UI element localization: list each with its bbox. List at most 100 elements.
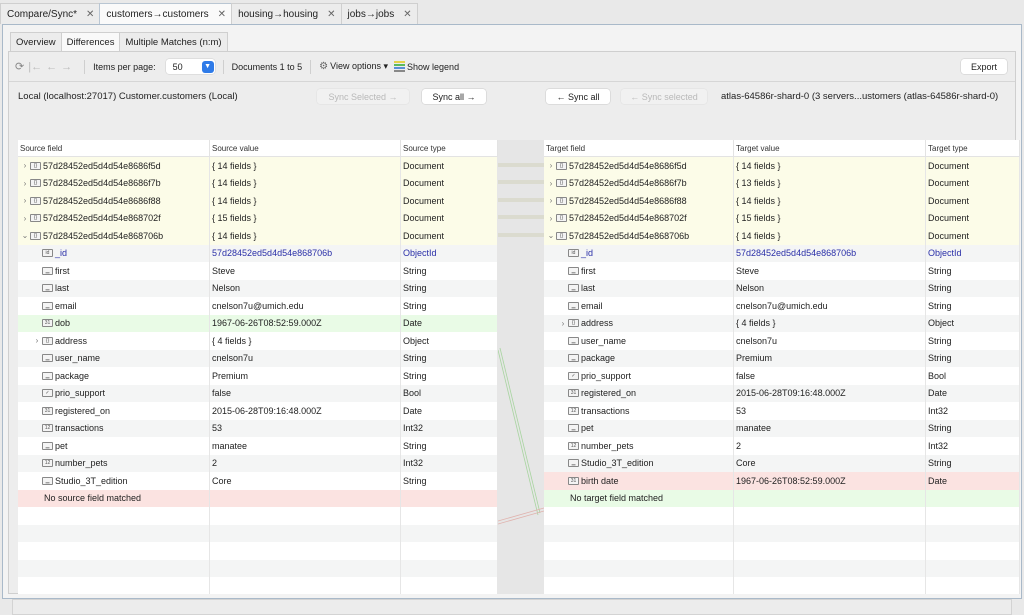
first-page-icon[interactable]: |←: [28, 61, 42, 73]
value-cell: false: [734, 367, 926, 385]
table-row[interactable]: ›{} 57d28452ed5d4d54e868702f{ 15 fields }…: [544, 209, 1020, 227]
items-per-page-select[interactable]: 50 ▼: [165, 59, 215, 74]
column-header[interactable]: Source type: [401, 140, 498, 156]
column-header[interactable]: Target type: [926, 140, 1020, 156]
view-options-button[interactable]: ⚙ View options ▾: [319, 61, 388, 72]
column-header[interactable]: Target value: [734, 140, 926, 156]
field-cell: No source field matched: [18, 489, 210, 507]
tab-multiple-matches[interactable]: Multiple Matches (n:m): [119, 32, 228, 51]
table-row[interactable]: ›{} 57d28452ed5d4d54e8686f88{ 14 fields }…: [18, 192, 498, 210]
table-row[interactable]: ▁ user_name cnelson7u String: [544, 332, 1020, 350]
close-icon[interactable]: ✕: [218, 9, 226, 20]
table-row[interactable]: ›{} 57d28452ed5d4d54e868702f{ 15 fields }…: [18, 209, 498, 227]
table-row[interactable]: ✓ prio_support false Bool: [544, 367, 1020, 385]
table-row[interactable]: ›{} 57d28452ed5d4d54e8686f88{ 14 fields }…: [544, 192, 1020, 210]
tab-overview[interactable]: Overview: [10, 32, 62, 51]
close-icon[interactable]: ✕: [86, 9, 94, 20]
table-row[interactable]: ⌄{} 57d28452ed5d4d54e868706b{ 14 fields }…: [18, 227, 498, 245]
close-icon[interactable]: ✕: [327, 9, 335, 20]
tab-housing[interactable]: housing→housing ✕: [231, 3, 342, 24]
chevron-right-icon[interactable]: ›: [546, 179, 556, 188]
table-row[interactable]: ▁ user_name cnelson7u String: [18, 349, 498, 367]
string-icon: ▁: [42, 301, 53, 310]
value-cell: Nelson: [210, 279, 401, 297]
table-row[interactable]: 12 number_pets 2 Int32: [18, 454, 498, 472]
chevron-right-icon[interactable]: ›: [546, 161, 556, 170]
table-row[interactable]: ⌄{} 57d28452ed5d4d54e868706b{ 14 fields }…: [544, 227, 1020, 245]
next-page-icon[interactable]: →: [61, 61, 72, 73]
tab-differences[interactable]: Differences: [60, 32, 121, 51]
string-icon: ▁: [42, 476, 53, 485]
empty-row: [18, 559, 498, 577]
source-connection-label: Local (localhost:27017) Customer.custome…: [18, 91, 238, 102]
compare-frame: Overview Differences Multiple Matches (n…: [2, 24, 1022, 615]
table-row[interactable]: ▁ last Nelson String: [18, 279, 498, 297]
table-row[interactable]: 12 number_pets 2 Int32: [544, 437, 1020, 455]
chevron-down-icon[interactable]: ⌄: [20, 231, 30, 240]
table-row[interactable]: ▁ Studio_3T_edition Core String: [18, 472, 498, 490]
table-row[interactable]: ▁ email cnelson7u@umich.edu String: [18, 297, 498, 315]
empty-cell: [401, 507, 498, 525]
chevron-right-icon[interactable]: ›: [546, 196, 556, 205]
column-header[interactable]: Source value: [210, 140, 401, 156]
table-row[interactable]: ▁ last Nelson String: [544, 279, 1020, 297]
table-row[interactable]: ▁ Studio_3T_edition Core String: [544, 454, 1020, 472]
refresh-icon[interactable]: ⟳: [15, 60, 24, 73]
type-cell: Document: [401, 157, 498, 175]
chevron-right-icon[interactable]: ›: [20, 161, 30, 170]
empty-cell: [18, 542, 210, 560]
column-header[interactable]: Source field: [18, 140, 210, 156]
table-row[interactable]: ▁ first Steve String: [18, 262, 498, 280]
table-row[interactable]: ▁ pet manatee String: [18, 437, 498, 455]
table-row[interactable]: ›{} 57d28452ed5d4d54e8686f5d{ 14 fields }…: [544, 157, 1020, 175]
table-row[interactable]: 31 registered_on 2015-06-28T09:16:48.000Z D…: [544, 384, 1020, 402]
chevron-right-icon[interactable]: ›: [20, 214, 30, 223]
value-cell: Core: [210, 472, 401, 490]
sync-selected-right-button[interactable]: Sync Selected →: [317, 89, 409, 104]
table-row[interactable]: 12 transactions 53 Int32: [544, 402, 1020, 420]
table-row[interactable]: 12 transactions 53 Int32: [18, 419, 498, 437]
empty-cell: [544, 577, 734, 594]
value-cell: Steve: [210, 262, 401, 280]
empty-cell: [210, 524, 401, 542]
table-row[interactable]: ▁ package Premium String: [544, 349, 1020, 367]
table-row[interactable]: ▁ pet manatee String: [544, 419, 1020, 437]
table-row[interactable]: No source field matched: [18, 489, 498, 507]
chevron-right-icon[interactable]: ›: [558, 319, 568, 328]
table-row[interactable]: 31 birth date 1967-06-26T08:52:59.000Z Date: [544, 472, 1020, 490]
close-icon[interactable]: ✕: [403, 9, 411, 20]
chevron-right-icon[interactable]: ›: [546, 214, 556, 223]
sync-all-right-button[interactable]: Sync all →: [422, 89, 486, 104]
table-row[interactable]: ›{} 57d28452ed5d4d54e8686f5d{ 14 fields }…: [18, 157, 498, 175]
table-row[interactable]: 31 dob 1967-06-26T08:52:59.000Z Date: [18, 314, 498, 332]
table-row[interactable]: No target field matched: [544, 489, 1020, 507]
export-button[interactable]: Export: [961, 59, 1007, 74]
prev-page-icon[interactable]: ←: [46, 61, 57, 73]
table-row[interactable]: ›{} 57d28452ed5d4d54e8686f7b{ 13 fields }…: [544, 174, 1020, 192]
sync-selected-left-button[interactable]: ← Sync selected: [621, 89, 707, 104]
table-row[interactable]: ›{} address{ 4 fields } Object: [544, 314, 1020, 332]
chevron-right-icon[interactable]: ›: [20, 179, 30, 188]
column-header[interactable]: Target field: [544, 140, 734, 156]
field-cell: 31 registered_on: [18, 402, 210, 420]
chevron-right-icon[interactable]: ›: [20, 196, 30, 205]
field-name: registered_on: [581, 388, 637, 399]
tab-compare-sync[interactable]: Compare/Sync* ✕: [0, 3, 101, 24]
table-row[interactable]: ›{} 57d28452ed5d4d54e8686f7b{ 14 fields }…: [18, 174, 498, 192]
table-row[interactable]: ▁ first Steve String: [544, 262, 1020, 280]
chevron-down-icon[interactable]: ⌄: [546, 231, 556, 240]
show-legend-button[interactable]: Show legend: [388, 61, 459, 72]
tab-jobs[interactable]: jobs→jobs ✕: [340, 3, 418, 24]
field-cell: ▁ package: [544, 349, 734, 367]
table-row[interactable]: ▁ package Premium String: [18, 367, 498, 385]
table-row[interactable]: 31 registered_on 2015-06-28T09:16:48.000Z D…: [18, 402, 498, 420]
sync-all-left-button[interactable]: ← Sync all: [546, 89, 610, 104]
table-row[interactable]: id _id 57d28452ed5d4d54e868706b ObjectId: [544, 244, 1020, 262]
chevron-right-icon[interactable]: ›: [32, 336, 42, 345]
tab-customers[interactable]: customers→customers ✕: [99, 3, 233, 25]
table-row[interactable]: ✓ prio_support false Bool: [18, 384, 498, 402]
field-name: transactions: [55, 423, 104, 434]
table-row[interactable]: ▁ email cnelson7u@umich.edu String: [544, 297, 1020, 315]
table-row[interactable]: ›{} address{ 4 fields } Object: [18, 332, 498, 350]
table-row[interactable]: id _id 57d28452ed5d4d54e868706b ObjectId: [18, 244, 498, 262]
